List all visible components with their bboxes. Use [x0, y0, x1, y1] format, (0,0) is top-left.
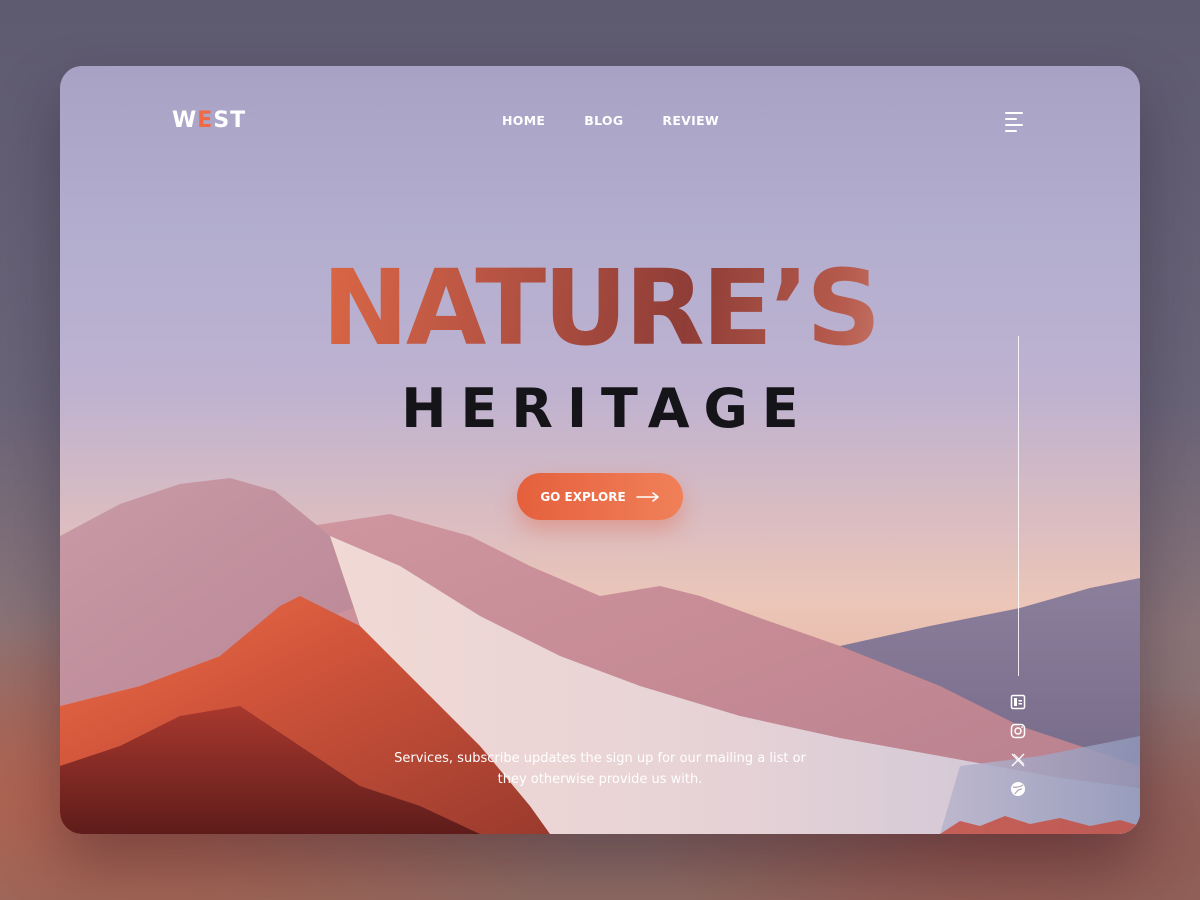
vertical-divider	[1018, 336, 1019, 676]
arrow-right-icon	[635, 491, 659, 502]
brand-logo[interactable]: WEST	[172, 108, 246, 133]
tagline-line-1: Services, subscribe updates the sign up …	[394, 751, 806, 766]
hamburger-menu-icon[interactable]	[1005, 112, 1027, 132]
tagline-line-2: they otherwise provide us with.	[497, 772, 703, 787]
hero-title: NATURE’S	[60, 256, 1140, 360]
top-navigation: WEST HOME BLOG REVIEW	[60, 66, 1140, 176]
nav-item-blog[interactable]: BLOG	[584, 113, 623, 128]
hero-card: WEST HOME BLOG REVIEW NATURE’S HERITAGE …	[60, 66, 1140, 834]
nav-item-home[interactable]: HOME	[502, 113, 545, 128]
go-explore-label: GO EXPLORE	[540, 489, 626, 504]
mountain-landscape	[60, 478, 1140, 834]
blog-icon[interactable]	[1010, 694, 1026, 710]
nav-menu: HOME BLOG REVIEW	[502, 113, 719, 128]
logo-suffix: ST	[213, 108, 247, 133]
logo-accent: E	[197, 108, 214, 133]
hero-subtitle: HERITAGE	[401, 377, 813, 440]
instagram-icon[interactable]	[1010, 723, 1026, 739]
nav-item-review[interactable]: REVIEW	[662, 113, 719, 128]
tagline-text: Services, subscribe updates the sign up …	[60, 748, 1140, 790]
go-explore-button[interactable]: GO EXPLORE	[517, 473, 683, 520]
logo-prefix: W	[172, 108, 198, 133]
